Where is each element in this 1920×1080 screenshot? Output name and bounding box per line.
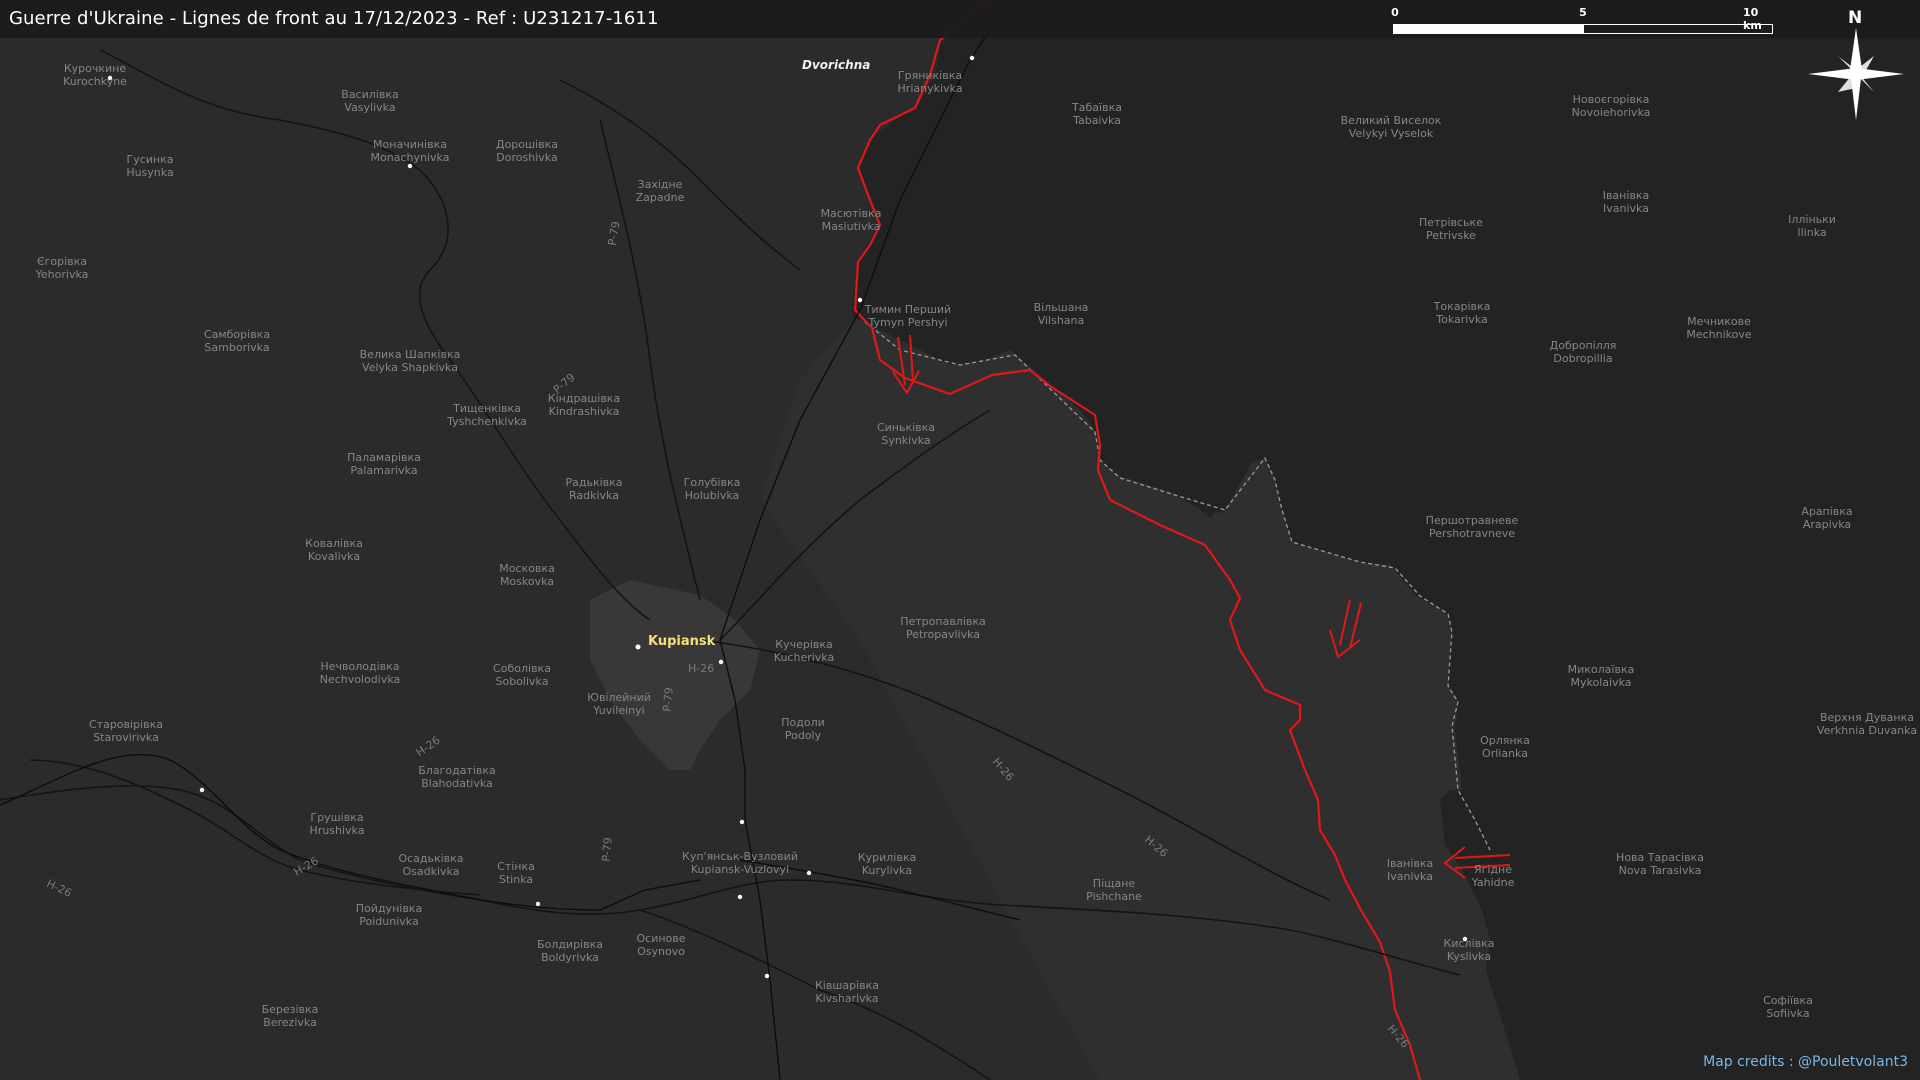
place-label: Березівка Berezivka: [261, 1003, 319, 1029]
place-label: Гусинка Husynka: [126, 153, 174, 179]
place-label: Грушівка Hrushivka: [309, 811, 365, 837]
place-label: Московка Moskovka: [499, 562, 555, 588]
settlement-dot: [737, 894, 743, 900]
place-label: Пойдунівка Poidunivka: [355, 902, 423, 928]
place-label: Вільшана Vilshana: [1033, 301, 1089, 327]
place-label: Кислівка Kyslivka: [1443, 937, 1495, 963]
settlement-dot: [806, 870, 812, 876]
scale-bar: 0 5 10 km: [1391, 4, 1773, 38]
place-label: Іванівка Ivanivka: [1602, 189, 1650, 215]
place-label: Подоли Podoly: [781, 716, 825, 742]
place-label: Тищенківка Tyshchenkivka: [447, 402, 527, 428]
place-label: Верхня Дуванка Verkhnia Duvanka: [1816, 711, 1918, 737]
place-label: Моначинівка Monachynivka: [370, 138, 450, 164]
place-label: Велика Шапківка Velyka Shapkivka: [359, 348, 461, 374]
settlement-dot: [969, 55, 975, 61]
place-label: Єгорівка Yehorivka: [35, 255, 89, 281]
place-label: Нова Тарасівка Nova Tarasivka: [1616, 851, 1704, 877]
place-label: Василівка Vasylivka: [341, 88, 399, 114]
scale-label-mid: 5: [1579, 6, 1587, 19]
place-label: Новоєгорівка Novoiehorivka: [1571, 93, 1651, 119]
place-label: Великий Виселок Velykyi Vyselok: [1340, 114, 1442, 140]
map-credits: Map credits : @Pouletvolant3: [1703, 1054, 1908, 1070]
settlement-dot: [857, 297, 863, 303]
place-label: Першотравневе Pershotravneve: [1425, 514, 1519, 540]
place-label: Куп'янськ-Вузловий Kupiansk-Vuzlovyi: [682, 850, 798, 876]
place-label: Ювілейний Yuvileinyi: [587, 691, 651, 717]
place-label: Осинове Osynovo: [636, 932, 686, 958]
village-label-dvorichna: Dvorichna: [802, 58, 871, 72]
place-label: Соболівка Sobolivka: [493, 662, 551, 688]
place-label: Гряниківка Hrianykivka: [897, 69, 963, 95]
settlement-dot: [764, 973, 770, 979]
place-label: Софіївка Sofiivka: [1763, 994, 1813, 1020]
compass-rose: N: [1808, 8, 1904, 120]
road-label: H-26: [688, 662, 715, 675]
place-label: Ківшарівка Kivsharivka: [814, 979, 880, 1005]
place-label: Осадьківка Osadkivka: [398, 852, 464, 878]
place-label: Нечволодівка Nechvolodivka: [319, 660, 401, 686]
place-label: Синьківка Synkivka: [876, 421, 936, 447]
road-label: P-79: [599, 836, 615, 863]
place-label: Стінка Stinka: [497, 860, 535, 886]
settlement-dot: [535, 901, 541, 907]
place-label: Курочкине Kurochkyne: [63, 62, 127, 88]
compass-north-label: N: [1848, 8, 1863, 28]
place-label: Іванівка Ivanivka: [1386, 857, 1434, 883]
place-label: Дорошівка Doroshivka: [495, 138, 559, 164]
place-label: Західне Zapadne: [635, 178, 685, 204]
place-label: Кучерівка Kucherivka: [773, 638, 835, 664]
settlement-dot: [739, 819, 745, 825]
road-label: P-79: [660, 686, 676, 713]
place-label: Благодатівка Blahodativka: [418, 764, 496, 790]
settlement-dot: [199, 787, 205, 793]
place-label: Токарівка Tokarivka: [1433, 300, 1491, 326]
place-label: Петропавлівка Petropavlivka: [900, 615, 986, 641]
place-label: Ковалівка Kovalivka: [305, 537, 363, 563]
scale-label-start: 0: [1391, 6, 1399, 19]
place-label: Петрівське Petrivske: [1419, 216, 1483, 242]
place-label: Курилівка Kurylivka: [857, 851, 917, 877]
place-label: Миколаївка Mykolaivka: [1567, 663, 1635, 689]
scale-segment-filled: [1393, 24, 1583, 34]
place-label: Тимин Перший Tymyn Pershyi: [864, 303, 952, 329]
map-title: Guerre d'Ukraine - Lignes de front au 17…: [9, 8, 659, 29]
place-label: Мечникове Mechnikove: [1686, 315, 1752, 341]
map-canvas[interactable]: [0, 0, 1920, 1080]
place-label: Табаївка Tabaivka: [1072, 101, 1122, 127]
place-label: Старовірівка Starovirivka: [89, 718, 163, 744]
place-label: Паламарівка Palamarivka: [347, 451, 421, 477]
place-label: Масютівка Masiutivka: [820, 207, 882, 233]
place-label: Ілліньки Ilinka: [1788, 213, 1836, 239]
place-label: Орлянка Orlianka: [1480, 734, 1530, 760]
place-label: Самборівка Samborivka: [203, 328, 271, 354]
place-label: Добропілля Dobropillia: [1549, 339, 1617, 365]
city-label-kupiansk: Kupiansk: [648, 634, 716, 649]
settlement-dot: [718, 659, 724, 665]
settlement-dot: [407, 163, 413, 169]
place-label: Ягідне Yahidne: [1471, 863, 1515, 889]
place-label: Арапівка Arapivka: [1801, 505, 1853, 531]
place-label: Радьківка Radkivka: [565, 476, 623, 502]
place-label: Болдирівка Boldyrivka: [537, 938, 603, 964]
settlement-dot: [635, 644, 641, 650]
place-label: Піщане Pishchane: [1086, 877, 1142, 903]
place-label: Голубівка Holubivka: [683, 476, 741, 502]
scale-segment-empty: [1583, 24, 1773, 34]
